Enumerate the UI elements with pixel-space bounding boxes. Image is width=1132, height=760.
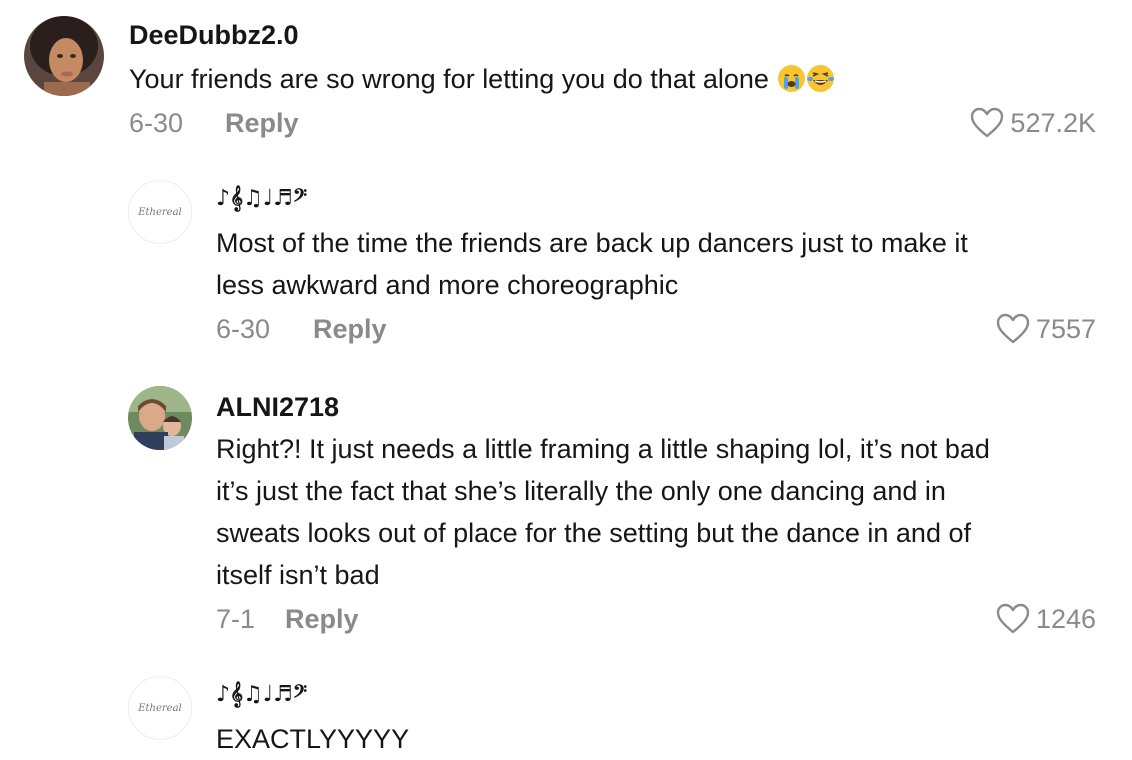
like-button[interactable]: 527.2K [970, 107, 1096, 139]
avatar[interactable] [128, 386, 192, 450]
username[interactable]: ♪𝄞♫♩♬𝄢 [216, 682, 307, 707]
comment-text: Most of the time the friends are back up… [216, 222, 968, 306]
avatar[interactable]: Ethereal [128, 180, 192, 244]
comment-date: 7-1 [216, 604, 256, 634]
avatar-logo-text: Ethereal [138, 702, 182, 714]
username[interactable]: ♪𝄞♫♩♬𝄢 [216, 186, 307, 211]
reply-button[interactable]: Reply [285, 604, 359, 635]
comment-text-line: Right?! It just needs a little framing a… [216, 434, 990, 464]
like-button[interactable]: 7557 [996, 313, 1096, 345]
like-count: 1246 [1035, 603, 1096, 634]
comment-text-content: Your friends are so wrong for letting yo… [129, 64, 769, 94]
comment-date: 6-30 [129, 108, 184, 138]
like-count: 527.2K [1010, 107, 1096, 138]
heart-outline-icon [970, 107, 1004, 139]
reply-button[interactable]: Reply [313, 314, 387, 345]
avatar-logo-text: Ethereal [138, 206, 182, 218]
avatar[interactable] [24, 16, 104, 96]
username[interactable]: DeeDubbz2.0 [129, 20, 299, 51]
heart-outline-icon [996, 313, 1030, 345]
comment-text-line: itself isn’t bad [216, 560, 380, 590]
reply-button[interactable]: Reply [225, 108, 299, 139]
comment-text-line: sweats looks out of place for the settin… [216, 518, 971, 548]
username[interactable]: ALNI2718 [216, 392, 339, 423]
comment-date: 6-30 [216, 314, 271, 344]
comment-text: EXACTLYYYYY [216, 724, 410, 754]
heart-outline-icon [996, 603, 1030, 635]
comment-text-line: it’s just the fact that she’s literally … [216, 476, 946, 506]
loudly-crying-face-icon [778, 65, 806, 92]
comment-text-line: Most of the time the friends are back up… [216, 228, 968, 258]
avatar[interactable]: Ethereal [128, 676, 192, 740]
comment-text: Your friends are so wrong for letting yo… [129, 58, 835, 100]
comment-text-line: less awkward and more choreographic [216, 270, 679, 300]
comment-text: Right?! It just needs a little framing a… [216, 428, 990, 596]
like-button[interactable]: 1246 [996, 603, 1096, 635]
like-count: 7557 [1035, 313, 1096, 344]
face-with-tears-of-joy-icon [807, 65, 835, 92]
